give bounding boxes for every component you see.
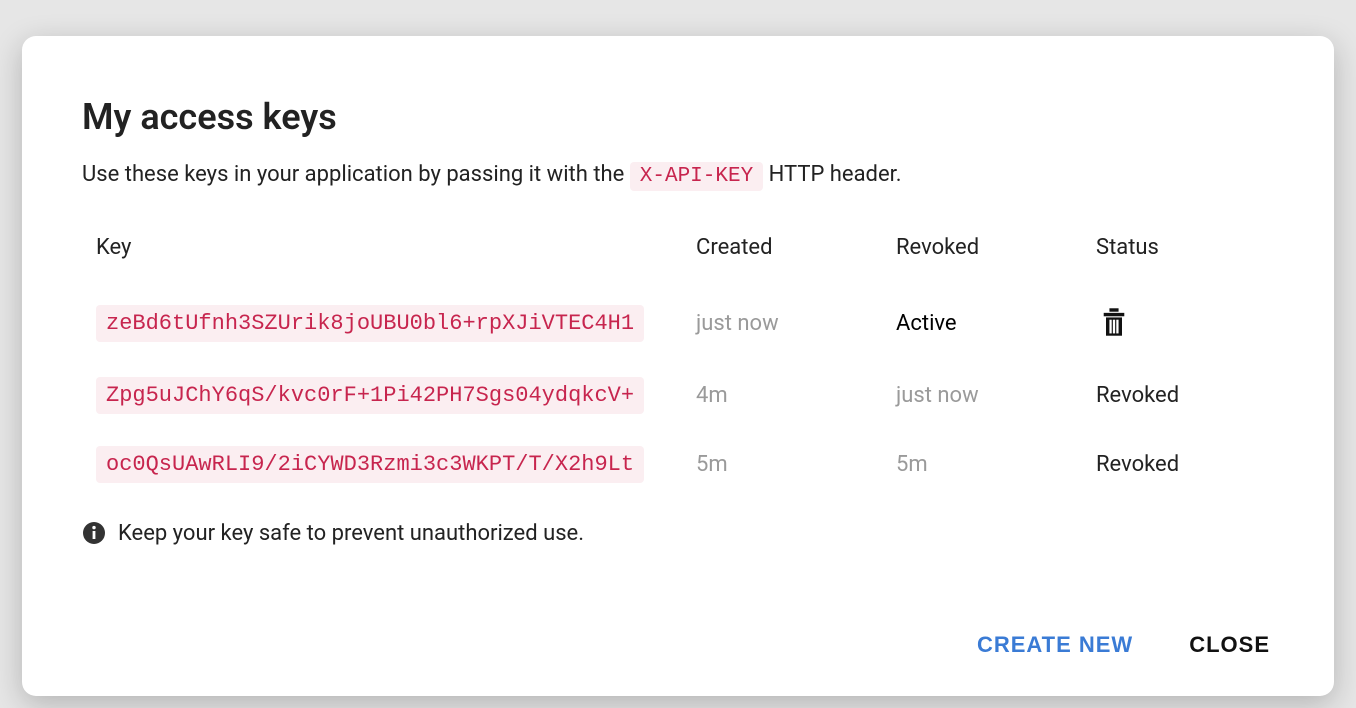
subtitle-post: HTTP header. bbox=[769, 162, 902, 187]
access-keys-modal: My access keys Use these keys in your ap… bbox=[22, 36, 1334, 696]
create-new-button[interactable]: CREATE NEW bbox=[973, 624, 1137, 666]
subtitle-pre: Use these keys in your application by pa… bbox=[82, 162, 630, 187]
status-cell: Revoked bbox=[1082, 361, 1274, 430]
column-header-revoked: Revoked bbox=[882, 223, 1082, 286]
table-row: zeBd6tUfnh3SZUrik8joUBU0bl6+rpXJiVTEC4H1… bbox=[82, 286, 1274, 361]
table-row: oc0QsUAwRLI9/2iCYWD3Rzmi3c3WKPT/T/X2h9Lt… bbox=[82, 430, 1274, 499]
api-key-value[interactable]: Zpg5uJChY6qS/kvc0rF+1Pi42PH7Sgs04ydqkcV+ bbox=[96, 377, 644, 414]
key-cell: oc0QsUAwRLI9/2iCYWD3Rzmi3c3WKPT/T/X2h9Lt bbox=[82, 430, 682, 499]
footer-note-text: Keep your key safe to prevent unauthoriz… bbox=[118, 521, 584, 546]
column-header-created: Created bbox=[682, 223, 882, 286]
created-cell: just now bbox=[682, 286, 882, 361]
trash-icon bbox=[1100, 306, 1128, 341]
created-cell: 5m bbox=[682, 430, 882, 499]
column-header-status: Status bbox=[1082, 223, 1274, 286]
api-key-value[interactable]: oc0QsUAwRLI9/2iCYWD3Rzmi3c3WKPT/T/X2h9Lt bbox=[96, 446, 644, 483]
modal-subtitle: Use these keys in your application by pa… bbox=[82, 158, 1274, 193]
delete-key-button[interactable] bbox=[1096, 302, 1132, 345]
table-row: Zpg5uJChY6qS/kvc0rF+1Pi42PH7Sgs04ydqkcV+… bbox=[82, 361, 1274, 430]
api-key-value[interactable]: zeBd6tUfnh3SZUrik8joUBU0bl6+rpXJiVTEC4H1 bbox=[96, 305, 644, 342]
column-header-key: Key bbox=[82, 223, 682, 286]
revoked-cell: Active bbox=[882, 286, 1082, 361]
status-cell: Revoked bbox=[1082, 430, 1274, 499]
close-button[interactable]: CLOSE bbox=[1185, 624, 1274, 666]
modal-actions: CREATE NEW CLOSE bbox=[82, 594, 1274, 666]
info-icon bbox=[82, 521, 106, 545]
modal-title: My access keys bbox=[82, 96, 1274, 138]
keys-table-body: zeBd6tUfnh3SZUrik8joUBU0bl6+rpXJiVTEC4H1… bbox=[82, 286, 1274, 499]
revoked-cell: 5m bbox=[882, 430, 1082, 499]
status-cell bbox=[1082, 286, 1274, 361]
created-cell: 4m bbox=[682, 361, 882, 430]
keys-table: Key Created Revoked Status zeBd6tUfnh3SZ… bbox=[82, 223, 1274, 499]
key-cell: zeBd6tUfnh3SZUrik8joUBU0bl6+rpXJiVTEC4H1 bbox=[82, 286, 682, 361]
revoked-cell: just now bbox=[882, 361, 1082, 430]
http-header-code: X-API-KEY bbox=[630, 162, 763, 191]
key-cell: Zpg5uJChY6qS/kvc0rF+1Pi42PH7Sgs04ydqkcV+ bbox=[82, 361, 682, 430]
footer-note: Keep your key safe to prevent unauthoriz… bbox=[82, 521, 1274, 546]
